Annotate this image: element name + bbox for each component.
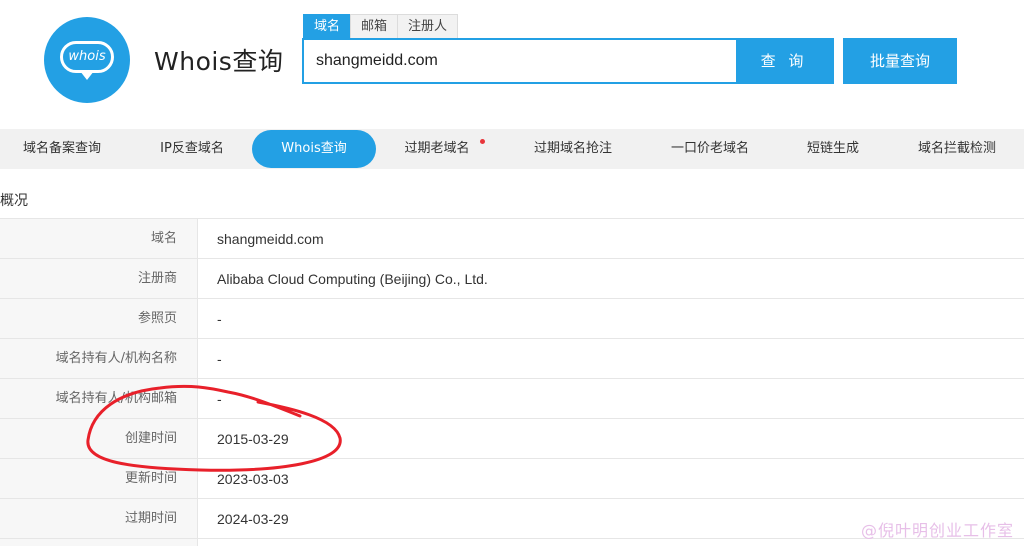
row-value: Alibaba Cloud Computing (Beijing) Co., L… [217,271,488,287]
bulk-query-button[interactable]: 批量查询 [843,38,957,84]
nav-item-whois[interactable]: Whois查询 [252,130,376,168]
row-label: 更新时间 [0,459,198,499]
nav-item-expired-domains[interactable]: 过期老域名 [395,129,485,169]
row-value: - [217,391,222,407]
row-label: 域名 [0,219,198,259]
search-box: 查 询 [302,38,834,84]
search-type-tabs: 域名 邮箱 注册人 [303,14,459,39]
table-row: 域名持有人/机构邮箱 - [0,378,1024,419]
table-row: 参照页 - [0,298,1024,339]
nav-item-short-link[interactable]: 短链生成 [793,129,873,169]
domain-search-input[interactable] [304,40,736,82]
nav-item-ip-reverse[interactable]: IP反查域名 [140,129,244,169]
table-row: 注册商 Alibaba Cloud Computing (Beijing) Co… [0,258,1024,299]
search-tab-domain[interactable]: 域名 [303,14,352,39]
row-value: 2023-03-03 [217,471,289,487]
speech-bubble-tail [80,71,94,80]
whois-logo[interactable]: whois [44,17,130,103]
new-badge-dot [480,139,485,144]
site-title: Whois查询 [154,47,284,76]
logo-text: whois [68,49,106,64]
nav-item-backorder[interactable]: 过期域名抢注 [520,129,626,169]
row-value: - [217,351,222,367]
section-title: 概况 [0,193,28,209]
search-tab-registrant[interactable]: 注册人 [397,14,459,39]
row-value: - [217,311,222,327]
main-nav: 域名备案查询 IP反查域名 Whois查询 过期老域名 过期域名抢注 一口价老域… [0,129,1024,169]
row-label: 域名持有人/机构名称 [0,339,198,379]
query-button[interactable]: 查 询 [736,40,832,82]
table-row: 域名持有人/机构名称 - [0,338,1024,379]
table-row: 域名 shangmeidd.com [0,218,1024,259]
row-label: 域名持有人/机构邮箱 [0,379,198,419]
row-label: 参照页 [0,299,198,339]
search-tab-email[interactable]: 邮箱 [350,14,399,39]
row-label: 创建时间 [0,419,198,459]
row-value: 2015-03-29 [217,431,289,447]
table-row: 更新时间 2023-03-03 [0,458,1024,499]
row-value: 2024-03-29 [217,511,289,527]
row-label: 注册商 [0,259,198,299]
row-label: 过期时间 [0,499,198,539]
nav-item-label: 过期老域名 [404,141,470,156]
speech-bubble-icon: whois [60,41,114,73]
table-row: 创建时间 2015-03-29 [0,418,1024,459]
row-value: shangmeidd.com [217,231,324,247]
nav-item-icp[interactable]: 域名备案查询 [10,129,114,169]
watermark: @倪叶明创业工作室 [860,521,1014,540]
nav-item-block-check[interactable]: 域名拦截检测 [905,129,1009,169]
nav-item-fixed-price[interactable]: 一口价老域名 [658,129,762,169]
